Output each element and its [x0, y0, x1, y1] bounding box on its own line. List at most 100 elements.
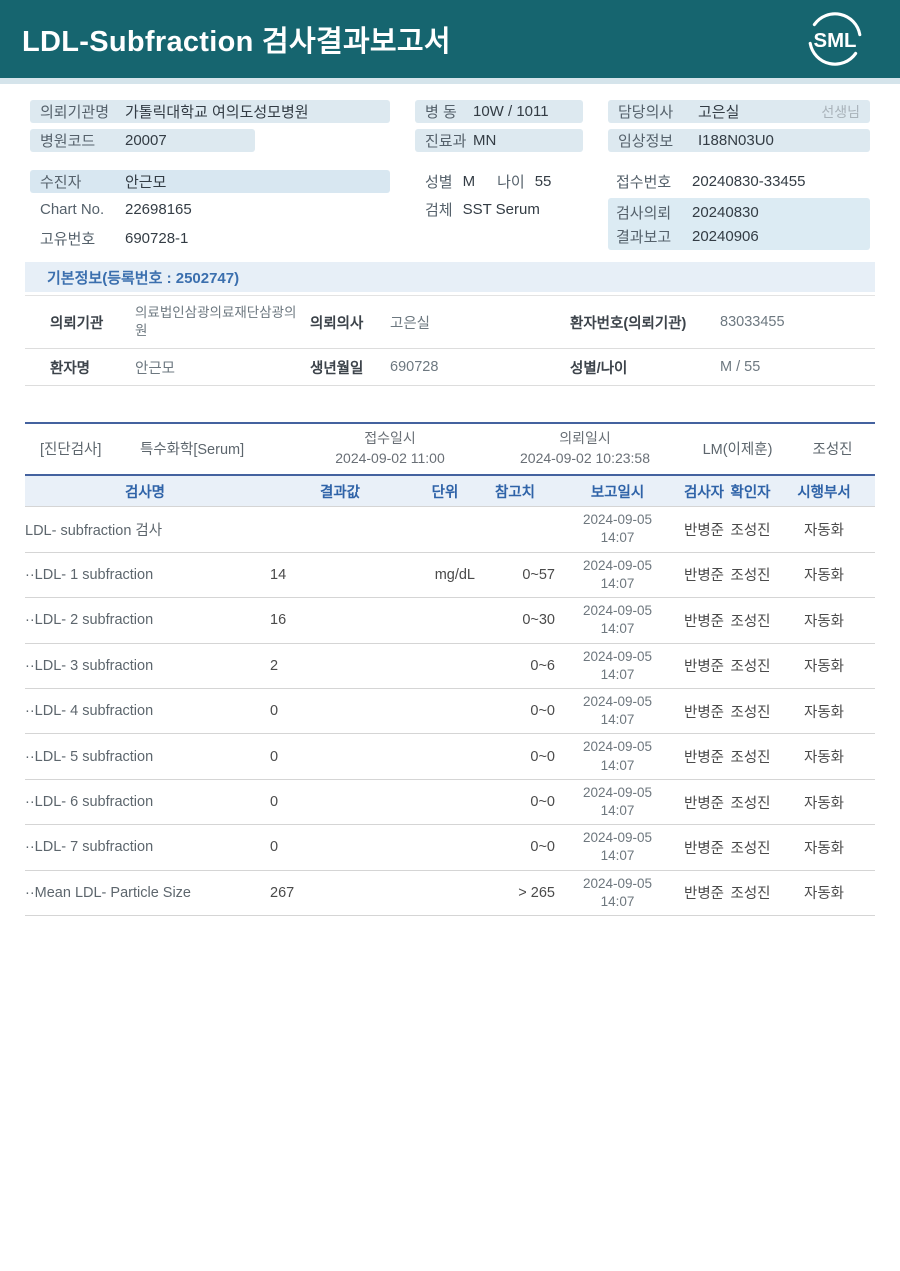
- result-value: 0: [265, 703, 415, 719]
- referring-org-value: 의료법인삼광의료재단삼광의원: [135, 304, 297, 339]
- unit-value: mg/dL: [415, 567, 475, 583]
- tester-name: 반병준: [680, 701, 728, 722]
- field-value: 20240830-33455: [692, 173, 805, 190]
- field-label: 고유번호: [40, 228, 125, 249]
- field-value: I188N03U0: [698, 132, 774, 149]
- verifier-name: 조성진: [728, 792, 773, 813]
- sml-logo-icon: SML: [804, 8, 866, 70]
- report-date: 2024-09-05: [555, 738, 680, 756]
- verifier-name: 조성진: [728, 564, 773, 585]
- basic-info-section: 기본정보(등록번호 : 2502747) 의뢰기관 의료법인삼광의료재단삼광의원…: [25, 262, 875, 386]
- report-datetime: 2024-09-05 14:07: [555, 511, 680, 547]
- col-report-datetime: 보고일시: [555, 481, 680, 502]
- report-datetime: 2024-09-05 14:07: [555, 738, 680, 774]
- test-name: ··LDL- 4 subfraction: [25, 703, 265, 719]
- report-date: 2024-09-05: [555, 875, 680, 893]
- report-datetime: 2024-09-05 14:07: [555, 648, 680, 684]
- patient-info-top-grid: 의뢰기관명 가톨릭대학교 여의도성모병원 병 동 10W / 1011 담당의사…: [30, 100, 870, 152]
- received-datetime-label: 접수일시: [364, 430, 416, 446]
- report-time: 14:07: [555, 847, 680, 865]
- field-value: 690728-1: [125, 230, 188, 247]
- sml-logo-text: SML: [814, 30, 857, 52]
- page-title: LDL-Subfraction 검사결과보고서: [22, 18, 451, 60]
- reference-range: 0~30: [475, 612, 555, 628]
- request-report-date-block: 검사의뢰 20240830 결과보고 20240906: [608, 198, 870, 250]
- report-time: 14:07: [555, 893, 680, 911]
- table-row: ··LDL- 5 subfraction 0 0~0 2024-09-05 14…: [25, 734, 875, 779]
- requested-datetime-value: 2024-09-02 10:23:58: [520, 450, 650, 466]
- referring-doctor-value: 고은실: [390, 312, 570, 333]
- report-datetime: 2024-09-05 14:07: [555, 829, 680, 865]
- reference-range: 0~0: [475, 749, 555, 765]
- report-datetime: 2024-09-05 14:07: [555, 693, 680, 729]
- field-value: 가톨릭대학교 여의도성모병원: [125, 101, 309, 122]
- patient-name-value: 안근모: [135, 357, 310, 378]
- test-name: ··LDL- 3 subfraction: [25, 658, 265, 674]
- patient-name-label: 환자명: [50, 357, 135, 378]
- performing-department: 자동화: [773, 519, 875, 540]
- report-date: 2024-09-05: [555, 557, 680, 575]
- tester-name: 반병준: [680, 610, 728, 631]
- field-label: 검사의뢰: [616, 202, 684, 223]
- field-hospital-code: 병원코드 20007: [30, 129, 255, 152]
- result-value: 16: [265, 612, 415, 628]
- result-value: 14: [265, 567, 415, 583]
- tester-name: 반병준: [680, 837, 728, 858]
- report-time: 14:07: [555, 529, 680, 547]
- results-table-header: 검사명 결과값 단위 참고치 보고일시 검사자 확인자 시행부서: [25, 474, 875, 507]
- field-label: 진료과: [425, 130, 473, 151]
- result-value: 0: [265, 749, 415, 765]
- reference-range: 0~0: [475, 839, 555, 855]
- tester-name: 반병준: [680, 655, 728, 676]
- performing-department: 자동화: [773, 701, 875, 722]
- field-chart-number: Chart No. 22698165: [30, 198, 390, 221]
- field-value: 고은실: [698, 101, 739, 122]
- table-row: ··LDL- 1 subfraction 14 mg/dL 0~57 2024-…: [25, 553, 875, 598]
- patient-info-section: 의뢰기관명 가톨릭대학교 여의도성모병원 병 동 10W / 1011 담당의사…: [0, 84, 900, 250]
- table-row: 환자명 안근모 생년월일 690728 성별/나이 M / 55: [25, 349, 875, 386]
- field-value: 20240906: [692, 228, 759, 245]
- report-date: 2024-09-05: [555, 511, 680, 529]
- performing-department: 자동화: [773, 610, 875, 631]
- sex-label: 성별: [425, 171, 453, 192]
- table-row: ··LDL- 7 subfraction 0 0~0 2024-09-05 14…: [25, 825, 875, 870]
- table-row: ··Mean LDL- Particle Size 267 > 265 2024…: [25, 871, 875, 916]
- report-time: 14:07: [555, 802, 680, 820]
- table-row: ··LDL- 3 subfraction 2 0~6 2024-09-05 14…: [25, 644, 875, 689]
- birthdate-label: 생년월일: [310, 357, 390, 378]
- field-label: 병원코드: [40, 130, 125, 151]
- field-attending-doctor: 담당의사 고은실 선생님: [608, 100, 870, 123]
- age-value: 55: [535, 173, 552, 190]
- received-datetime-value: 2024-09-02 11:00: [335, 450, 445, 466]
- field-ward: 병 동 10W / 1011: [415, 100, 583, 123]
- verifier-name: 조성진: [728, 837, 773, 858]
- tester-name: 반병준: [680, 519, 728, 540]
- field-label: 검체: [425, 199, 453, 220]
- performing-department: 자동화: [773, 564, 875, 585]
- tester-name: 반병준: [680, 792, 728, 813]
- table-row: ··LDL- 4 subfraction 0 0~0 2024-09-05 14…: [25, 689, 875, 734]
- report-time: 14:07: [555, 757, 680, 775]
- report-time: 14:07: [555, 620, 680, 638]
- field-value: SST Serum: [463, 201, 540, 218]
- field-value: 10W / 1011: [473, 103, 549, 120]
- report-date: 2024-09-05: [555, 784, 680, 802]
- tester-name: 반병준: [680, 564, 728, 585]
- report-time: 14:07: [555, 575, 680, 593]
- received-datetime: 접수일시 2024-09-02 11:00: [295, 429, 485, 468]
- patient-number-label: 환자번호(의뢰기관): [570, 312, 720, 333]
- performing-department: 자동화: [773, 746, 875, 767]
- patient-info-bottom-grid: 수진자 안근모 성별 M 나이 55 접수번호 20240830-33455 C…: [30, 170, 870, 250]
- sex-age-value: M / 55: [720, 359, 875, 375]
- test-name: ··LDL- 6 subfraction: [25, 794, 265, 810]
- field-sex-age: 성별 M 나이 55: [415, 170, 583, 193]
- lab-director: 조성진: [790, 438, 875, 459]
- performing-department: 자동화: [773, 655, 875, 676]
- verifier-name: 조성진: [728, 882, 773, 903]
- field-value: MN: [473, 132, 496, 149]
- performing-department: 자동화: [773, 792, 875, 813]
- result-value: 0: [265, 839, 415, 855]
- verifier-name: 조성진: [728, 701, 773, 722]
- report-time: 14:07: [555, 666, 680, 684]
- tester-name: 반병준: [680, 882, 728, 903]
